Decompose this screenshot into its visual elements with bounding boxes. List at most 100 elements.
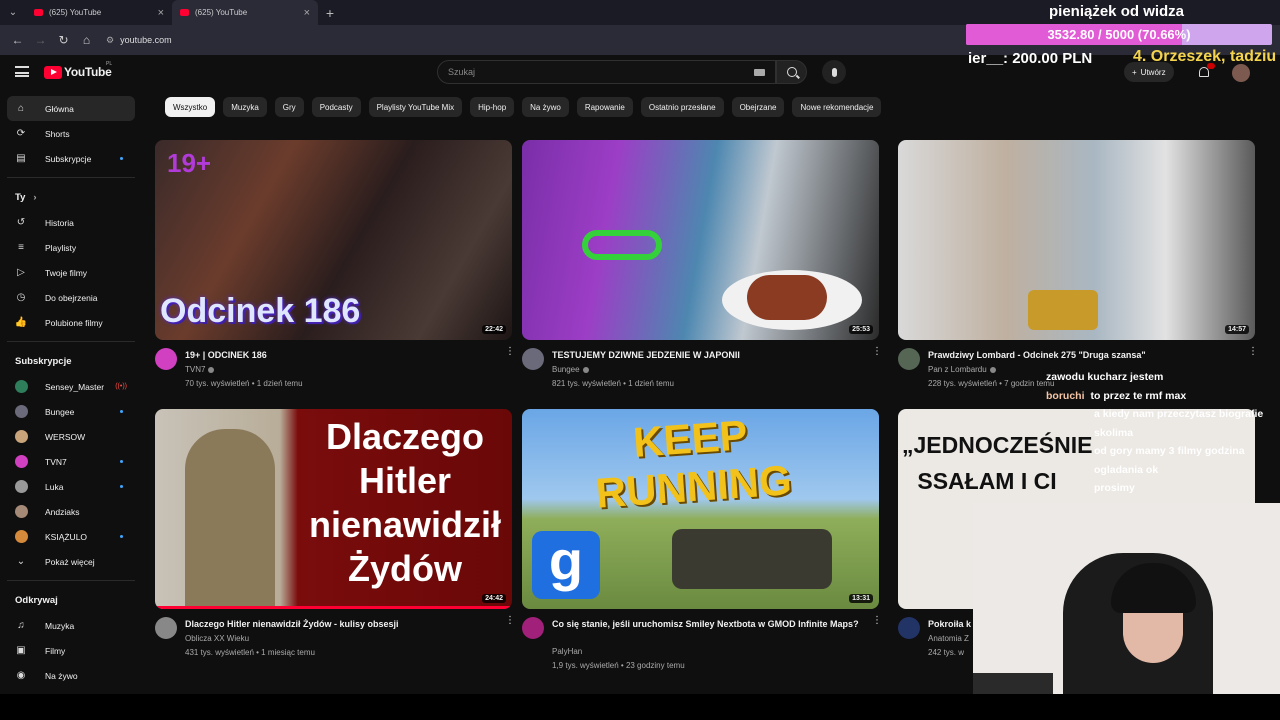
video-thumbnail[interactable]: Dlaczego Hitler nienawidził Żydów 24:42 [155,409,512,609]
sidebar-channel[interactable]: Bungee [7,399,135,424]
live-icon: ◉ [16,670,26,681]
video-title[interactable]: Co się stanie, jeśli uruchomisz Smiley N… [552,618,862,630]
browser-tab-active[interactable]: (625) YouTube × [172,0,318,25]
chip-music[interactable]: Muzyka [223,97,267,117]
youtube-logo[interactable]: YouTube PL [44,61,112,79]
your-videos-icon: ▷ [17,267,25,278]
sidebar-channel[interactable]: KSIĄŻULO [7,524,135,549]
chip-watched[interactable]: Obejrzane [731,97,785,117]
video-title[interactable]: Dlaczego Hitler nienawidził Żydów - kuli… [185,618,495,630]
menu-icon[interactable] [15,66,29,77]
verified-icon [208,366,215,373]
divider [7,341,135,342]
sidebar-item-watch-later[interactable]: ◷ Do obejrzenia [7,285,135,310]
video-title[interactable]: TESTUJEMY DZIWNE JEDZENIE W JAPONII [552,349,862,361]
age-rating-icon: 19+ [167,148,212,178]
chip-games[interactable]: Gry [274,97,304,117]
channel-avatar[interactable] [155,348,177,370]
chip-mix-playlists[interactable]: Playlisty YouTube Mix [368,97,463,117]
bottom-bar [0,694,1280,720]
stream-chat: zawodu kucharz jestem boruchi to przez te… [1046,371,1276,501]
url-field[interactable]: ⚙ youtube.com [106,35,172,46]
sidebar-channel[interactable]: WERSOW [7,424,135,449]
chevron-right-icon: › [33,192,37,203]
sidebar-channel[interactable]: Andziaks [7,499,135,524]
home-page-icon[interactable]: ⌂ [75,33,98,47]
browser-tab[interactable]: (625) YouTube × [26,0,172,25]
chip-rap[interactable]: Rapowanie [576,97,633,117]
sidebar-item-home[interactable]: ⌂ Główna [7,96,135,121]
channel-avatar[interactable] [522,617,544,639]
video-card[interactable]: 19+ Odcinek 186 22:42 19+ | ODCINEK 186 … [155,140,515,400]
keyboard-icon[interactable] [754,69,765,76]
video-title[interactable]: Prawdziwy Lombard - Odcinek 275 "Druga s… [928,349,1238,361]
channel-name[interactable]: PalyHan [552,647,582,656]
channel-name[interactable]: Bungee [552,365,589,374]
search-icon [786,67,797,77]
tab-close-icon[interactable]: × [158,7,164,19]
channel-name[interactable]: Anatomia Z [928,634,969,643]
more-options-icon[interactable]: ⋮ [505,616,515,626]
chip-recently-uploaded[interactable]: Ostatnio przesłane [640,97,724,117]
tab-close-icon[interactable]: × [304,7,310,19]
video-thumbnail[interactable]: 25:53 [522,140,879,340]
video-title[interactable]: 19+ | ODCINEK 186 [185,349,495,361]
sidebar-item-movies[interactable]: ▣ Filmy [7,638,135,663]
video-card[interactable]: Dlaczego Hitler nienawidził Żydów 24:42 … [155,409,515,669]
sidebar-item-your-videos[interactable]: ▷ Twoje filmy [7,260,135,285]
chevron-down-icon: ⌄ [16,556,26,567]
more-options-icon[interactable]: ⋮ [505,347,515,357]
sidebar-channel[interactable]: Luka [7,474,135,499]
video-card[interactable]: 25:53 TESTUJEMY DZIWNE JEDZENIE W JAPONI… [522,140,882,400]
chip-hiphop[interactable]: Hip-hop [470,97,515,117]
video-thumbnail[interactable]: KEEP RUNNING g 13:31 [522,409,879,609]
sidebar-item-subscriptions[interactable]: ▤ Subskrypcje [7,146,135,171]
chip-live[interactable]: Na żywo [522,97,569,117]
site-info-icon[interactable]: ⚙ [106,35,114,46]
video-card[interactable]: 14:57 Prawdziwy Lombard - Odcinek 275 "D… [898,140,1258,400]
back-icon[interactable]: ← [6,33,29,47]
sidebar-item-shorts[interactable]: ⟳ Shorts [7,121,135,146]
search-button[interactable] [776,60,807,84]
chat-message: a kiedy nam przeczytasz biografie [1046,408,1276,427]
channel-name[interactable]: Oblicza XX Wieku [185,634,249,643]
video-card[interactable]: KEEP RUNNING g 13:31 Co się stanie, jeśl… [522,409,882,670]
sidebar-item-playlists[interactable]: ≡ Playlisty [7,235,135,260]
account-avatar[interactable] [1232,64,1250,82]
channel-avatar[interactable] [898,617,920,639]
sidebar-item-music[interactable]: ♫ Muzyka [7,613,135,638]
sidebar-show-more[interactable]: ⌄ Pokaż więcej [7,549,135,574]
video-duration: 24:42 [482,594,506,603]
video-duration: 25:53 [849,325,873,334]
sidebar-item-live[interactable]: ◉ Na żywo [7,663,135,688]
tab-list-icon[interactable]: ⌄ [0,0,26,25]
more-options-icon[interactable]: ⋮ [1248,347,1258,357]
youtube-favicon-icon [34,9,43,16]
sidebar-item-label: WERSOW [45,431,86,442]
sidebar-item-you[interactable]: Ty › [7,185,135,210]
search-input[interactable]: Szukaj [437,60,776,84]
sidebar-item-label: Historia [45,217,74,228]
video-thumbnail[interactable]: 19+ Odcinek 186 22:42 [155,140,512,340]
sidebar-channel[interactable]: Sensey_Master ((•)) [7,374,135,399]
channel-avatar[interactable] [155,617,177,639]
channel-avatar[interactable] [522,348,544,370]
chip-new-to-you[interactable]: Nowe rekomendacje [792,97,882,117]
video-thumbnail[interactable]: 14:57 [898,140,1255,340]
tab-title: (625) YouTube [49,8,102,17]
channel-avatar[interactable] [898,348,920,370]
more-options-icon[interactable]: ⋮ [872,347,882,357]
channel-name[interactable]: TVN7 [185,365,215,374]
chip-podcasts[interactable]: Podcasty [311,97,361,117]
voice-search-icon[interactable] [822,60,846,84]
channel-name[interactable]: Pan z Lombardu [928,365,996,374]
new-tab-button[interactable]: + [318,5,342,21]
chip-all[interactable]: Wszystko [165,97,216,117]
more-options-icon[interactable]: ⋮ [872,616,882,626]
forward-icon[interactable]: → [29,33,52,47]
sidebar-channel[interactable]: TVN7 [7,449,135,474]
sidebar-item-liked[interactable]: 👍 Polubione filmy [7,310,135,335]
sidebar-item-history[interactable]: ↺ Historia [7,210,135,235]
reload-icon[interactable]: ↻ [52,33,75,47]
food-icon [747,275,827,320]
